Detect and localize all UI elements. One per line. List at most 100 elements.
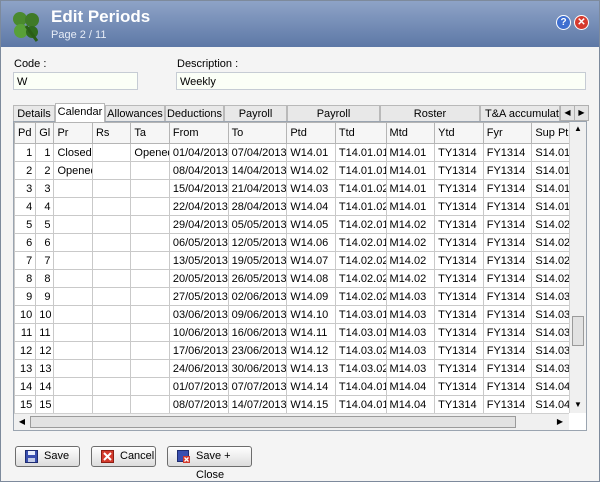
table-cell[interactable]: FY1314 [482, 359, 533, 378]
table-cell[interactable]: Opened [53, 161, 93, 180]
table-cell[interactable]: M14.02 [385, 269, 436, 288]
table-cell[interactable]: T14.02.02 [334, 269, 387, 288]
table-cell[interactable]: 22/04/2013 [168, 197, 229, 216]
table-cell[interactable]: T14.02.02 [334, 287, 387, 306]
table-cell[interactable]: M14.01 [385, 197, 436, 216]
table-cell[interactable]: FY1314 [482, 179, 533, 198]
table-cell[interactable] [91, 377, 132, 396]
tab-roster-accumulators[interactable]: Roster accumulators [380, 105, 480, 136]
table-cell[interactable]: W14.01 [286, 143, 336, 162]
table-cell[interactable]: W14.14 [286, 377, 336, 396]
table-cell[interactable]: 12 [14, 341, 37, 360]
table-cell[interactable]: S14.02 [531, 215, 569, 234]
table-row[interactable]: 8 8 20/05/2013 26/05/2013 W14.08 T14.02.02 M14… [14, 269, 569, 288]
table-cell[interactable]: FY1314 [482, 305, 533, 324]
table-cell[interactable] [53, 233, 93, 252]
table-cell[interactable]: TY1314 [434, 215, 484, 234]
table-cell[interactable]: W14.11 [286, 323, 336, 342]
table-cell[interactable]: T14.01.02 [334, 197, 387, 216]
column-header[interactable]: Ttd [334, 122, 387, 144]
table-cell[interactable]: S14.02 [531, 269, 569, 288]
table-cell[interactable] [130, 161, 170, 180]
table-cell[interactable]: 11 [35, 323, 55, 342]
table-cell[interactable]: TY1314 [434, 287, 484, 306]
table-row[interactable]: 15 15 08/07/2013 14/07/2013 W14.15 T14.04.01 M… [14, 395, 569, 413]
scroll-up-icon[interactable]: ▲ [572, 123, 584, 135]
table-cell[interactable] [130, 359, 170, 378]
close-icon[interactable]: ✕ [574, 15, 589, 30]
table-cell[interactable]: 5 [14, 215, 37, 234]
save-button[interactable]: Save [15, 446, 80, 467]
column-header[interactable]: Pd [14, 122, 37, 144]
table-cell[interactable] [91, 287, 132, 306]
table-cell[interactable]: 05/05/2013 [227, 215, 288, 234]
table-cell[interactable]: S14.02 [531, 251, 569, 270]
table-cell[interactable]: S14.01 [531, 143, 569, 162]
horizontal-scrollbar[interactable]: ◀ ▶ [14, 413, 569, 430]
table-cell[interactable]: S14.01 [531, 179, 569, 198]
column-header[interactable]: Rs [91, 122, 132, 144]
table-cell[interactable] [130, 215, 170, 234]
vertical-scroll-thumb[interactable] [572, 316, 584, 346]
table-cell[interactable] [91, 179, 132, 198]
table-row[interactable]: 9 9 27/05/2013 02/06/2013 W14.09 T14.02.02 M14… [14, 287, 569, 306]
table-cell[interactable]: S14.03 [531, 305, 569, 324]
table-cell[interactable]: 28/04/2013 [227, 197, 288, 216]
table-cell[interactable]: S14.04 [531, 377, 569, 396]
table-cell[interactable]: 3 [14, 179, 37, 198]
table-cell[interactable]: 6 [14, 233, 37, 252]
table-cell[interactable]: 07/07/2013 [227, 377, 288, 396]
table-cell[interactable]: 11 [14, 323, 37, 342]
tab-details[interactable]: Details [13, 105, 55, 121]
table-cell[interactable] [130, 269, 170, 288]
table-cell[interactable]: M14.02 [385, 233, 436, 252]
table-cell[interactable] [130, 287, 170, 306]
table-cell[interactable] [91, 161, 132, 180]
table-cell[interactable]: S14.03 [531, 359, 569, 378]
table-cell[interactable]: FY1314 [482, 323, 533, 342]
table-cell[interactable] [53, 251, 93, 270]
column-header[interactable]: Ytd [434, 122, 484, 144]
table-cell[interactable] [91, 251, 132, 270]
table-cell[interactable]: 01/04/2013 [168, 143, 229, 162]
column-header[interactable]: To [227, 122, 288, 144]
table-cell[interactable]: 9 [14, 287, 37, 306]
table-row[interactable]: 4 4 22/04/2013 28/04/2013 W14.04 T14.01.02 M14… [14, 197, 569, 216]
table-cell[interactable]: TY1314 [434, 197, 484, 216]
table-cell[interactable]: T14.03.01 [334, 323, 387, 342]
table-cell[interactable]: S14.02 [531, 233, 569, 252]
table-cell[interactable]: 1 [35, 143, 55, 162]
table-cell[interactable]: 14 [14, 377, 37, 396]
table-cell[interactable]: W14.02 [286, 161, 336, 180]
table-cell[interactable] [91, 323, 132, 342]
table-cell[interactable]: 13 [35, 359, 55, 378]
table-cell[interactable]: M14.03 [385, 341, 436, 360]
tab-allowances[interactable]: Allowances [105, 105, 165, 121]
scroll-right-icon[interactable]: ▶ [554, 416, 566, 428]
table-cell[interactable]: 9 [35, 287, 55, 306]
table-cell[interactable]: 10 [14, 305, 37, 324]
table-row[interactable]: 10 10 03/06/2013 09/06/2013 W14.10 T14.03.01 M… [14, 305, 569, 324]
table-cell[interactable]: W14.08 [286, 269, 336, 288]
table-row[interactable]: 13 13 24/06/2013 30/06/2013 W14.13 T14.03.02 M… [14, 359, 569, 378]
tab-scroll-left-icon[interactable]: ◀ [560, 105, 575, 121]
table-cell[interactable]: 29/04/2013 [168, 215, 229, 234]
table-cell[interactable]: 7 [14, 251, 37, 270]
table-cell[interactable]: M14.03 [385, 305, 436, 324]
table-cell[interactable]: FY1314 [482, 395, 533, 413]
table-cell[interactable]: TY1314 [434, 143, 484, 162]
table-cell[interactable]: TY1314 [434, 305, 484, 324]
table-cell[interactable]: 1 [14, 143, 37, 162]
table-cell[interactable]: 10 [35, 305, 55, 324]
table-cell[interactable]: S14.03 [531, 341, 569, 360]
table-cell[interactable]: 24/06/2013 [168, 359, 229, 378]
table-cell[interactable]: 15 [14, 395, 37, 413]
table-cell[interactable] [53, 287, 93, 306]
table-cell[interactable]: W14.10 [286, 305, 336, 324]
tab-payroll-rules[interactable]: Payroll Rules [224, 105, 287, 136]
table-cell[interactable]: T14.02.02 [334, 251, 387, 270]
table-cell[interactable]: TY1314 [434, 377, 484, 396]
table-cell[interactable] [130, 305, 170, 324]
table-row[interactable]: 11ClosedOpened01/04/201307/04/2013W14.01… [14, 143, 569, 162]
table-row[interactable]: 22Opened08/04/201314/04/2013W14.02T14.01… [14, 161, 569, 180]
